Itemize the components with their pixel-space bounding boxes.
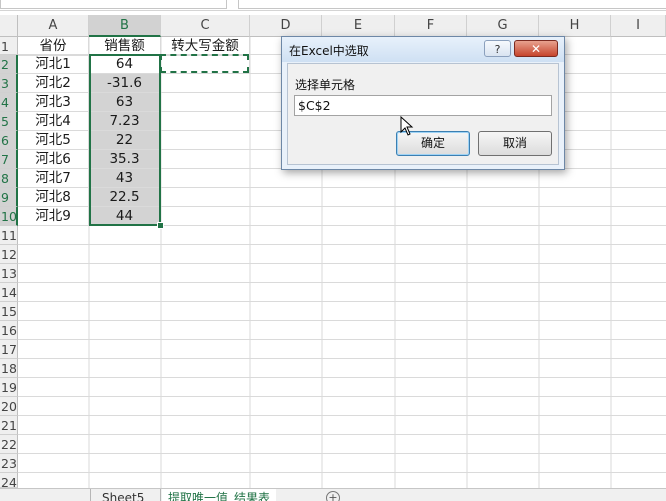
- row-header[interactable]: 24: [0, 473, 18, 488]
- tab-divider: [90, 489, 91, 501]
- sheet-tab-bar: Sheet5 提取唯一值_结果表 +: [0, 488, 666, 501]
- row-header[interactable]: 8: [0, 169, 18, 188]
- row-header[interactable]: 23: [0, 454, 18, 473]
- row-header[interactable]: 5: [0, 112, 18, 131]
- mouse-cursor-icon: [400, 116, 414, 136]
- column-header-f[interactable]: F: [395, 15, 467, 37]
- select-in-excel-dialog: 在Excel中选取 ? ✕ 选择单元格 $C$2 确定 取消: [281, 36, 565, 170]
- row-header[interactable]: 16: [0, 321, 18, 340]
- cancel-button[interactable]: 取消: [478, 131, 552, 156]
- row-header[interactable]: 12: [0, 245, 18, 264]
- cell-sales[interactable]: 64: [89, 55, 161, 74]
- tab-sheet5[interactable]: Sheet5: [102, 489, 144, 501]
- row-header[interactable]: 20: [0, 397, 18, 416]
- cell-province[interactable]: 河北3: [18, 93, 89, 112]
- header-cell-sales[interactable]: 销售额: [89, 37, 161, 56]
- fill-handle[interactable]: [157, 222, 164, 229]
- row-header[interactable]: 15: [0, 302, 18, 321]
- cell-sales[interactable]: 63: [89, 93, 161, 112]
- row-header[interactable]: 1: [0, 37, 18, 55]
- header-cell-uppercase-amount[interactable]: 转大写金额: [161, 37, 250, 56]
- select-all-corner[interactable]: [0, 15, 18, 37]
- tab-divider: [160, 489, 161, 501]
- cell-sales[interactable]: 44: [89, 207, 161, 226]
- row-header[interactable]: 18: [0, 359, 18, 378]
- cell-province[interactable]: 河北2: [18, 74, 89, 93]
- cell-sales[interactable]: -31.6: [89, 74, 161, 93]
- row-header[interactable]: 21: [0, 416, 18, 435]
- row-header[interactable]: 10: [0, 207, 18, 226]
- row-header[interactable]: 9: [0, 188, 18, 207]
- column-header-h[interactable]: H: [539, 15, 611, 37]
- dialog-body: 选择单元格 $C$2 确定 取消: [287, 63, 559, 165]
- row-header[interactable]: 14: [0, 283, 18, 302]
- row-header[interactable]: 6: [0, 131, 18, 150]
- row-header[interactable]: 11: [0, 226, 18, 245]
- cell-province[interactable]: 河北5: [18, 131, 89, 150]
- column-header-a[interactable]: A: [18, 15, 89, 37]
- row-header[interactable]: 7: [0, 150, 18, 169]
- column-header-e[interactable]: E: [322, 15, 395, 37]
- column-header-c[interactable]: C: [161, 15, 250, 37]
- column-header-b[interactable]: B: [89, 15, 161, 37]
- row-header[interactable]: 19: [0, 378, 18, 397]
- cell-province[interactable]: 河北4: [18, 112, 89, 131]
- cell-province[interactable]: 河北6: [18, 150, 89, 169]
- row-header[interactable]: 22: [0, 435, 18, 454]
- cell-c2[interactable]: [161, 55, 250, 74]
- cell-province[interactable]: 河北9: [18, 207, 89, 226]
- cell-province[interactable]: 河北1: [18, 55, 89, 74]
- cell-sales[interactable]: 22.5: [89, 188, 161, 207]
- select-cell-label: 选择单元格: [295, 78, 356, 92]
- row-header[interactable]: 4: [0, 93, 18, 112]
- help-button[interactable]: ?: [484, 40, 511, 57]
- cell-sales[interactable]: 7.23: [89, 112, 161, 131]
- cell-province[interactable]: 河北7: [18, 169, 89, 188]
- column-header-d[interactable]: D: [250, 15, 322, 37]
- cell-sales[interactable]: 35.3: [89, 150, 161, 169]
- cell-sales[interactable]: 22: [89, 131, 161, 150]
- row-header[interactable]: 2: [0, 55, 18, 74]
- header-cell-province[interactable]: 省份: [18, 37, 89, 56]
- cell-sales[interactable]: 43: [89, 169, 161, 188]
- row-header[interactable]: 3: [0, 74, 18, 93]
- cell-province[interactable]: 河北8: [18, 188, 89, 207]
- cell-reference-input[interactable]: $C$2: [294, 95, 552, 116]
- row-header[interactable]: 17: [0, 340, 18, 359]
- tab-unique-values-result[interactable]: 提取唯一值_结果表: [162, 489, 277, 501]
- column-header-g[interactable]: G: [467, 15, 539, 37]
- close-button[interactable]: ✕: [514, 40, 558, 57]
- row-header[interactable]: 13: [0, 264, 18, 283]
- dialog-titlebar[interactable]: 在Excel中选取 ? ✕: [282, 37, 564, 62]
- column-header-i[interactable]: I: [611, 15, 666, 37]
- dialog-title: 在Excel中选取: [289, 44, 369, 58]
